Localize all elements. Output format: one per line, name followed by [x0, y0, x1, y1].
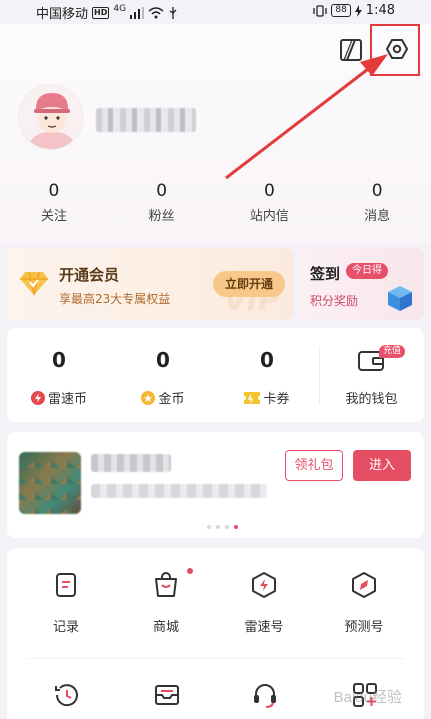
- tool-leisu-number[interactable]: 雷速号: [229, 570, 299, 635]
- tools-card: 记录 商城 雷速号 预测号 Baidu经验: [7, 548, 424, 719]
- game-card: 领礼包 进入: [7, 432, 424, 538]
- game-name-blurred: [91, 454, 171, 472]
- open-vip-button[interactable]: 立即开通: [213, 271, 285, 297]
- stat-label: 关注: [40, 209, 67, 224]
- signal-icon: 4G: [113, 3, 127, 14]
- status-bar: 中国移动 HD 4G 88 1:48: [0, 0, 431, 24]
- wallet-leisu-coin[interactable]: 0 雷速币: [7, 328, 111, 422]
- gift-box-icon: [388, 286, 412, 311]
- username-blurred: [96, 108, 196, 132]
- stat-value: 0: [371, 181, 383, 201]
- tool-label: 预测号: [344, 620, 384, 635]
- history-clock-icon[interactable]: [52, 680, 82, 710]
- checkin-title: 签到: [310, 265, 341, 283]
- vibrate-icon: [313, 4, 327, 17]
- recharge-tag: 充值: [379, 345, 406, 358]
- wifi-icon: [148, 6, 164, 18]
- carousel-dot-active[interactable]: [234, 525, 238, 529]
- stat-value: 0: [263, 181, 275, 201]
- carousel-dot[interactable]: [207, 525, 211, 529]
- vip-card[interactable]: 开通会员 享最高23大专属权益 VIP 立即开通: [7, 248, 294, 320]
- tool-label: 雷速号: [244, 620, 284, 635]
- tool-label: 商城: [152, 620, 179, 635]
- signal-bars-icon: [130, 6, 145, 19]
- checkin-card[interactable]: 签到 今日得 积分奖励: [298, 248, 424, 320]
- carrier-label: 中国移动: [36, 7, 89, 22]
- game-thumbnail[interactable]: [19, 452, 81, 514]
- mall-notification-dot: [187, 568, 193, 574]
- enter-game-button[interactable]: 进入: [353, 450, 411, 481]
- stat-fans[interactable]: 0 粉丝: [108, 180, 216, 224]
- avatar[interactable]: [18, 84, 84, 150]
- leisu-number-icon: [252, 572, 276, 598]
- stat-inbox[interactable]: 0 站内信: [216, 180, 324, 224]
- gift-pack-button[interactable]: 领礼包: [285, 450, 343, 481]
- tool-prediction[interactable]: 预测号: [329, 570, 399, 635]
- wallet-label: 雷速币: [47, 392, 87, 407]
- inbox-tray-icon[interactable]: [152, 680, 182, 710]
- stat-label: 粉丝: [148, 209, 175, 224]
- stats-row: 0 关注 0 粉丝 0 站内信 0 消息: [0, 180, 431, 224]
- wallet-label: 金币: [158, 392, 185, 407]
- wallet-card: 0 雷速币 0 金币 0 卡券 充值 我的钱包: [7, 328, 424, 422]
- hd-badge: HD: [92, 6, 110, 19]
- customer-service-icon[interactable]: [250, 680, 280, 710]
- stat-value: 0: [48, 181, 60, 201]
- stat-value: 0: [156, 181, 168, 201]
- wallet-value: 0: [156, 348, 170, 372]
- annotation-highlight-box: [370, 24, 420, 76]
- stat-label: 消息: [364, 209, 391, 224]
- wallet-label: 卡券: [263, 392, 290, 407]
- my-wallet-button[interactable]: 充值 我的钱包: [319, 328, 424, 422]
- wallet-value: 0: [260, 348, 274, 372]
- wallet-ticket[interactable]: 0 卡券: [215, 328, 319, 422]
- stat-label: 站内信: [249, 209, 289, 224]
- checkin-subtitle: 积分奖励: [310, 294, 359, 308]
- record-icon: [56, 573, 76, 597]
- lightning-coin-icon: [30, 390, 45, 405]
- wallet-value: 0: [52, 348, 66, 372]
- tools-divider: [27, 658, 404, 659]
- avatar-illustration: [19, 85, 83, 149]
- vip-subtitle: 享最高23大专属权益: [59, 292, 171, 306]
- ticket-icon: [244, 391, 261, 404]
- tool-mall[interactable]: 商城: [131, 570, 201, 635]
- vip-title: 开通会员: [59, 266, 120, 284]
- skin-theme-icon[interactable]: [339, 38, 363, 62]
- carousel-dot[interactable]: [225, 525, 229, 529]
- mall-icon: [155, 572, 177, 597]
- stat-following[interactable]: 0 关注: [0, 180, 108, 224]
- tool-label: 记录: [52, 620, 79, 635]
- wallet-label: 我的钱包: [345, 392, 398, 407]
- stat-messages[interactable]: 0 消息: [323, 180, 431, 224]
- charging-icon: [354, 4, 362, 17]
- battery-indicator: 88: [331, 4, 351, 17]
- carousel-dots: [207, 525, 238, 529]
- prediction-icon: [352, 572, 376, 598]
- usb-icon: [169, 6, 177, 19]
- carousel-dot[interactable]: [216, 525, 220, 529]
- tool-record[interactable]: 记录: [31, 570, 101, 635]
- diamond-icon: [20, 271, 48, 296]
- checkin-tag: 今日得: [346, 263, 388, 279]
- clock: 1:48: [365, 3, 395, 18]
- wallet-gold-coin[interactable]: 0 金币: [111, 328, 215, 422]
- baidu-watermark: Baidu经验: [333, 689, 402, 706]
- gold-coin-icon: [141, 390, 156, 405]
- game-description-blurred: [91, 484, 267, 498]
